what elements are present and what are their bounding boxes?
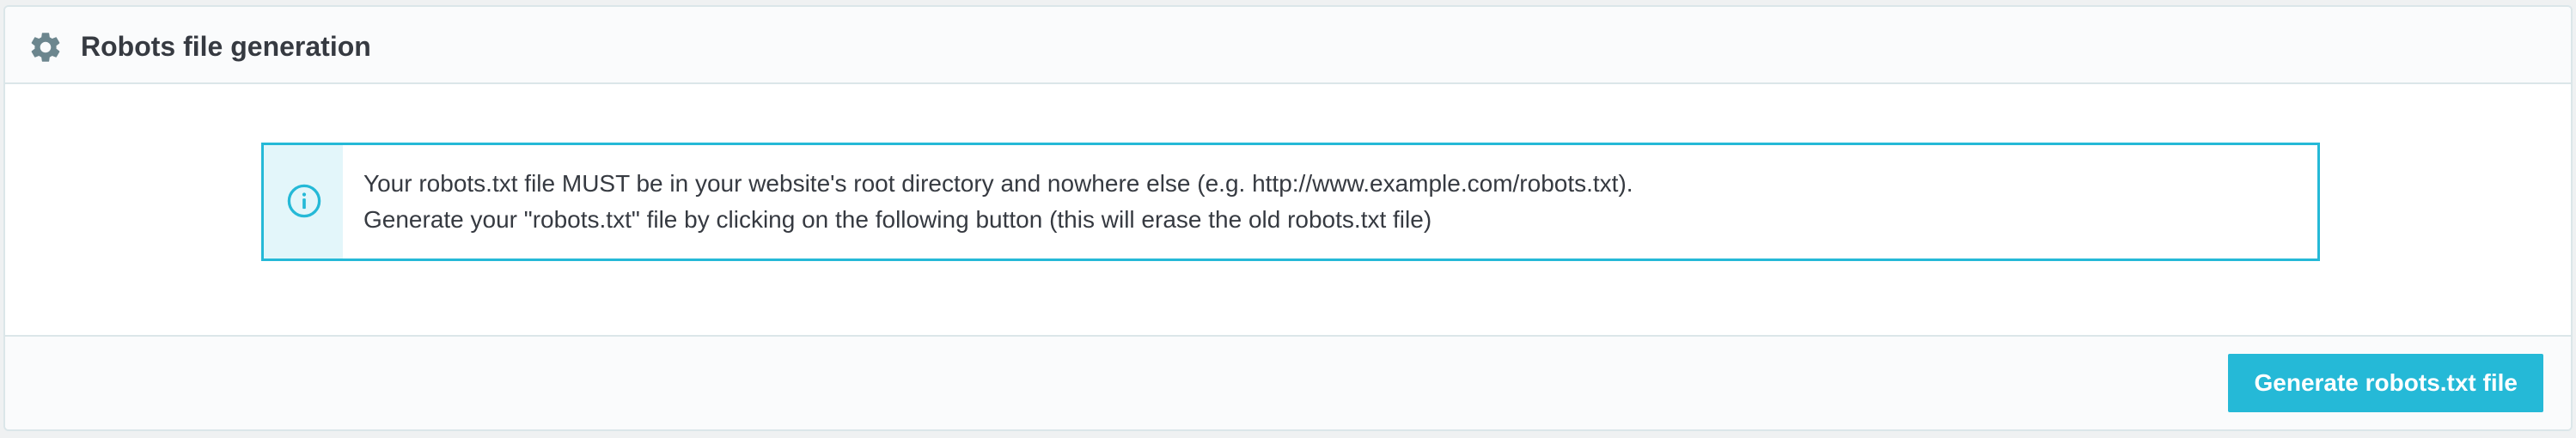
panel-title: Robots file generation: [81, 31, 371, 62]
alert-message: Your robots.txt file MUST be in your web…: [363, 166, 2300, 238]
gear-icon: [27, 29, 64, 65]
info-alert: Your robots.txt file MUST be in your web…: [261, 143, 2320, 261]
alert-line-2: Generate your "robots.txt" file by click…: [363, 206, 1432, 233]
robots-file-panel: Robots file generation Your robots.txt f…: [3, 5, 2573, 431]
panel-body: Your robots.txt file MUST be in your web…: [5, 84, 2571, 340]
info-icon: [285, 182, 323, 220]
alert-icon-column: [264, 145, 343, 259]
generate-robots-button[interactable]: Generate robots.txt file: [2228, 354, 2543, 412]
panel-footer: Generate robots.txt file: [5, 335, 2571, 429]
panel-header: Robots file generation: [5, 7, 2571, 84]
alert-line-1: Your robots.txt file MUST be in your web…: [363, 170, 1633, 197]
